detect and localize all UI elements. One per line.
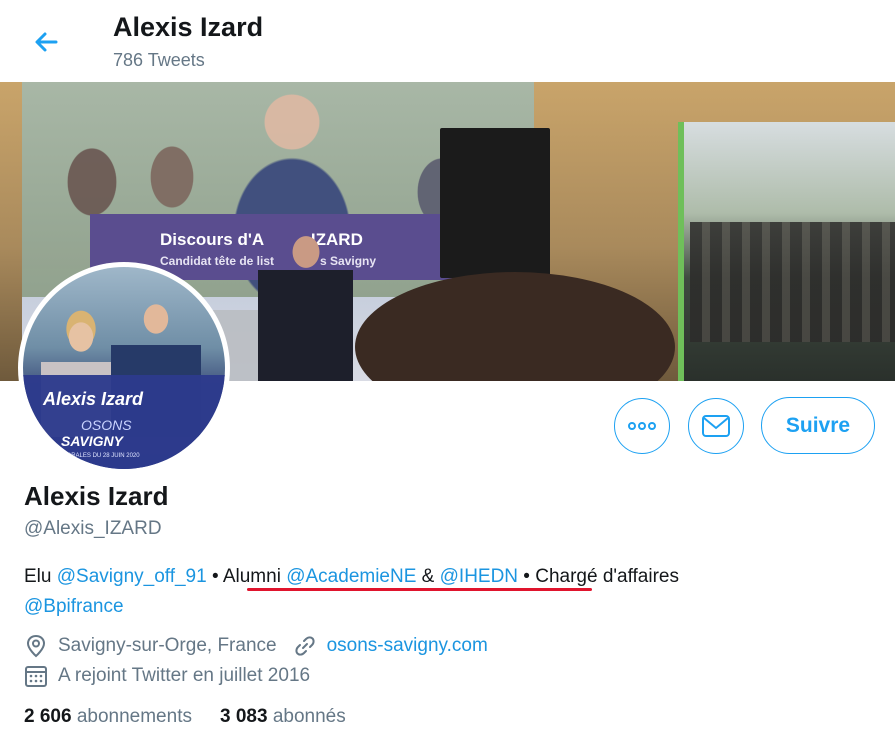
banner-poster-people (690, 222, 895, 342)
mention-savigny-off-91[interactable]: @Savigny_off_91 (57, 566, 207, 587)
avatar-image: Alexis Izard OSONS SAVIGNY TORALES DU 28… (23, 267, 225, 469)
banner-loudspeaker (440, 128, 550, 278)
header-tweet-count: 786 Tweets (113, 50, 205, 70)
bio-text: • Chargé d'affaires (518, 566, 679, 587)
envelope-icon (702, 415, 730, 437)
profile-location: Savigny-sur-Orge, France (58, 635, 277, 656)
location-pin-icon (24, 634, 48, 658)
follow-button[interactable]: Suivre (761, 397, 875, 454)
more-dots-icon (628, 422, 656, 430)
profile-stats: 2 606 abonnements 3 083 abonnés (24, 706, 346, 728)
profile-header: Alexis Izard 786 Tweets (0, 0, 895, 82)
bio-text: Elu (24, 566, 57, 587)
following-stat[interactable]: 2 606 abonnements (24, 706, 192, 728)
avatar-small-text: TORALES DU 28 JUIN 2020 (63, 453, 140, 459)
following-count: 2 606 (24, 706, 72, 727)
message-button[interactable] (688, 398, 744, 454)
bio-text: • Alumni (206, 566, 287, 587)
more-options-button[interactable] (614, 398, 670, 454)
profile-join-date: A rejoint Twitter en juillet 2016 (58, 665, 311, 686)
arrow-left-icon (35, 32, 58, 52)
header-title: Alexis Izard (113, 12, 264, 42)
profile-website-link[interactable]: osons-savigny.com (327, 635, 488, 657)
avatar-osons-text: OSONS (81, 417, 132, 433)
avatar-savigny-text: SAVIGNY (61, 433, 123, 449)
mention-academiene[interactable]: @AcademieNE (286, 566, 416, 587)
mention-bpifrance[interactable]: @Bpifrance (24, 596, 124, 617)
calendar-icon (24, 664, 48, 688)
avatar-name-text: Alexis Izard (43, 389, 144, 409)
banner-speaker (258, 230, 353, 381)
red-underline-annotation (247, 588, 592, 591)
profile-bio: Elu @Savigny_off_91 • Alumni @AcademieNE… (24, 562, 874, 622)
mention-ihedn[interactable]: @IHEDN (440, 566, 518, 587)
following-label: abonnements (76, 706, 192, 727)
bio-text: & (416, 566, 440, 587)
followers-label: abonnés (272, 706, 346, 727)
link-icon (293, 634, 317, 658)
profile-meta-location-row: Savigny-sur-Orge, France osons-savigny.c… (24, 632, 488, 660)
followers-count: 3 083 (219, 706, 268, 727)
profile-name: Alexis Izard (24, 481, 169, 511)
followers-stat[interactable]: 3 083 abonnés (220, 706, 346, 728)
avatar[interactable]: Alexis Izard OSONS SAVIGNY TORALES DU 28… (18, 262, 230, 474)
profile-handle: @Alexis_IZARD (24, 518, 162, 539)
profile-meta-joined-row: A rejoint Twitter en juillet 2016 (24, 662, 310, 690)
back-button[interactable] (30, 26, 62, 58)
